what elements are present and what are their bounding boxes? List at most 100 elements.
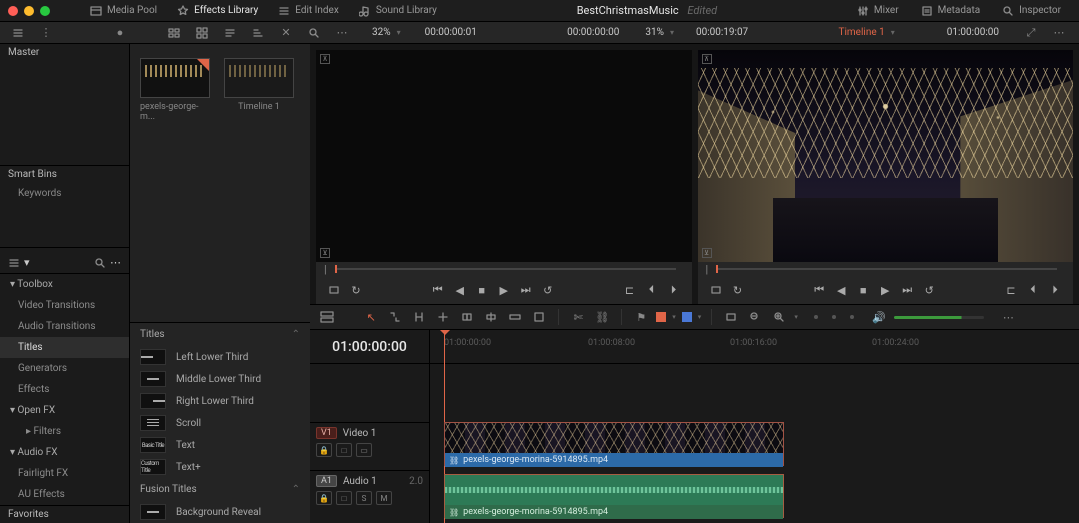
- timeline-thumbnail[interactable]: Timeline 1: [224, 58, 294, 132]
- tab-inspector[interactable]: Inspector: [992, 0, 1071, 22]
- marker-icon[interactable]: [722, 308, 740, 326]
- overwrite-icon[interactable]: [506, 308, 524, 326]
- auto-select-icon[interactable]: □: [336, 443, 352, 457]
- toggle-icon[interactable]: ▭: [356, 443, 372, 457]
- step-fwd-icon[interactable]: ⏭: [897, 281, 917, 299]
- fx-nav-item[interactable]: Video Transitions: [0, 295, 129, 316]
- position-icon[interactable]: [434, 308, 452, 326]
- timeline-ruler[interactable]: 01:00:00:00 01:00:08:00 01:00:16:00 01:0…: [430, 330, 1079, 364]
- stop-icon[interactable]: ■: [853, 281, 873, 299]
- smart-bin-keywords[interactable]: Keywords: [0, 182, 129, 205]
- fx-dropdown-icon[interactable]: ▾: [24, 256, 30, 269]
- fx-group[interactable]: ▾ Audio FX: [0, 442, 129, 463]
- fx-item[interactable]: Basic TitleText: [130, 434, 310, 456]
- thumb-icon[interactable]: [164, 23, 184, 43]
- record-timecode[interactable]: 01:00:00:00: [947, 27, 999, 38]
- stop-icon[interactable]: ■: [472, 281, 492, 299]
- fx-list-icon[interactable]: [8, 257, 20, 269]
- video-clip[interactable]: ⛓pexels-george-morina-5914895.mp4: [444, 422, 784, 466]
- sort-icon[interactable]: [248, 23, 268, 43]
- jump-last-icon[interactable]: ⊻: [320, 248, 330, 258]
- fx-search-icon[interactable]: [94, 257, 106, 269]
- first-frame-icon[interactable]: ⏮: [428, 281, 448, 299]
- zoom-dots[interactable]: [814, 315, 854, 319]
- audio-track-badge[interactable]: A1: [316, 475, 337, 487]
- search-icon[interactable]: [304, 23, 324, 43]
- mute-icon[interactable]: 🔊: [870, 308, 888, 326]
- jump-last-icon[interactable]: ⊻: [702, 248, 712, 258]
- step-fwd-icon[interactable]: ⏭: [516, 281, 536, 299]
- solo-button[interactable]: S: [356, 491, 372, 505]
- loop-playback-icon[interactable]: ↻: [728, 281, 748, 299]
- close-window-icon[interactable]: [8, 6, 18, 16]
- match-frame-icon[interactable]: [324, 281, 344, 299]
- source-viewer[interactable]: ⊼ ⊻: [316, 50, 692, 262]
- fx-item[interactable]: Background Reveal: [130, 501, 310, 523]
- tab-metadata[interactable]: Metadata: [911, 0, 991, 22]
- play-icon[interactable]: ▶: [494, 281, 514, 299]
- source-scrubber[interactable]: |: [316, 262, 692, 276]
- next-edit-icon[interactable]: ⏵: [1045, 281, 1065, 299]
- fx-nav-item[interactable]: Generators: [0, 358, 129, 379]
- tab-mixer[interactable]: Mixer: [847, 0, 909, 22]
- prev-edit-icon[interactable]: ⏴: [642, 281, 662, 299]
- viewer-more-icon[interactable]: ⋯: [1049, 23, 1069, 43]
- source-zoom[interactable]: 32%: [372, 27, 391, 38]
- collapse-icon[interactable]: ⌃: [292, 329, 300, 340]
- jump-first-icon[interactable]: ⊼: [320, 54, 330, 64]
- list-view-icon[interactable]: [192, 23, 212, 43]
- smart-bins-header[interactable]: Smart Bins: [0, 166, 129, 182]
- grid-icon[interactable]: [220, 23, 240, 43]
- list-icon[interactable]: [8, 23, 28, 43]
- insert-icon[interactable]: [482, 308, 500, 326]
- replace-icon[interactable]: [530, 308, 548, 326]
- fx-item[interactable]: Middle Lower Third: [130, 368, 310, 390]
- match-frame-icon[interactable]: [706, 281, 726, 299]
- fx-item[interactable]: Custom TitleText+: [130, 456, 310, 478]
- clip-thumbnail[interactable]: pexels-george-m...: [140, 58, 210, 132]
- flag-color-blue[interactable]: [682, 312, 692, 322]
- prev-edit-icon[interactable]: ⏴: [1023, 281, 1043, 299]
- lock-icon[interactable]: 🔒: [316, 491, 332, 505]
- tab-media-pool[interactable]: Media Pool: [80, 0, 167, 22]
- next-edit-icon[interactable]: ⏵: [664, 281, 684, 299]
- favorites-header[interactable]: Favorites: [0, 505, 129, 523]
- insert-edit-icon[interactable]: ⊏: [620, 281, 640, 299]
- filter-icon[interactable]: ⋮: [36, 23, 56, 43]
- audio-track-header[interactable]: A1 Audio 1 2.0 🔒 □ S M: [310, 470, 429, 518]
- viewer-expand-icon[interactable]: ⤢: [1021, 23, 1041, 43]
- step-back-icon[interactable]: ◀: [450, 281, 470, 299]
- zoom-window-icon[interactable]: [40, 6, 50, 16]
- volume-slider[interactable]: [894, 316, 984, 319]
- fx-item[interactable]: Left Lower Third: [130, 346, 310, 368]
- fx-nav-item[interactable]: ▸ Filters: [0, 421, 129, 442]
- more-icon[interactable]: ⋯: [332, 23, 352, 43]
- loop-playback-icon[interactable]: ↻: [346, 281, 366, 299]
- fx-nav-item[interactable]: Fairlight FX: [0, 463, 129, 484]
- insert-edit-icon[interactable]: ⊏: [1001, 281, 1021, 299]
- fx-group[interactable]: ▾ Open FX: [0, 400, 129, 421]
- minimize-window-icon[interactable]: [24, 6, 34, 16]
- program-scrubber[interactable]: |: [698, 262, 1074, 276]
- video-track-badge[interactable]: V1: [316, 427, 337, 439]
- source-timecode[interactable]: 00:00:00:01: [425, 27, 477, 38]
- bin-master[interactable]: Master: [0, 44, 129, 60]
- timeline-timecode[interactable]: 01:00:00:00: [310, 330, 429, 364]
- crop-icon[interactable]: ✕: [276, 23, 296, 43]
- trim-icon[interactable]: [410, 308, 428, 326]
- play-icon[interactable]: ▶: [875, 281, 895, 299]
- program-duration[interactable]: 00:00:19:07: [696, 27, 748, 38]
- tab-sound-library[interactable]: Sound Library: [349, 0, 447, 22]
- tab-edit-index[interactable]: Edit Index: [268, 0, 349, 22]
- program-timecode[interactable]: 00:00:00:00: [567, 27, 619, 38]
- fx-item[interactable]: Right Lower Third: [130, 390, 310, 412]
- zoom-out-icon[interactable]: [746, 308, 764, 326]
- fx-nav-item[interactable]: Audio Transitions: [0, 316, 129, 337]
- fx-more-icon[interactable]: ⋯: [110, 256, 121, 269]
- loop-icon[interactable]: ↺: [538, 281, 558, 299]
- window-controls[interactable]: [8, 6, 50, 16]
- dyn-trim-icon[interactable]: [458, 308, 476, 326]
- loop-icon[interactable]: ↺: [919, 281, 939, 299]
- timeline-view-options-icon[interactable]: [318, 308, 336, 326]
- fx-nav-item[interactable]: Effects: [0, 379, 129, 400]
